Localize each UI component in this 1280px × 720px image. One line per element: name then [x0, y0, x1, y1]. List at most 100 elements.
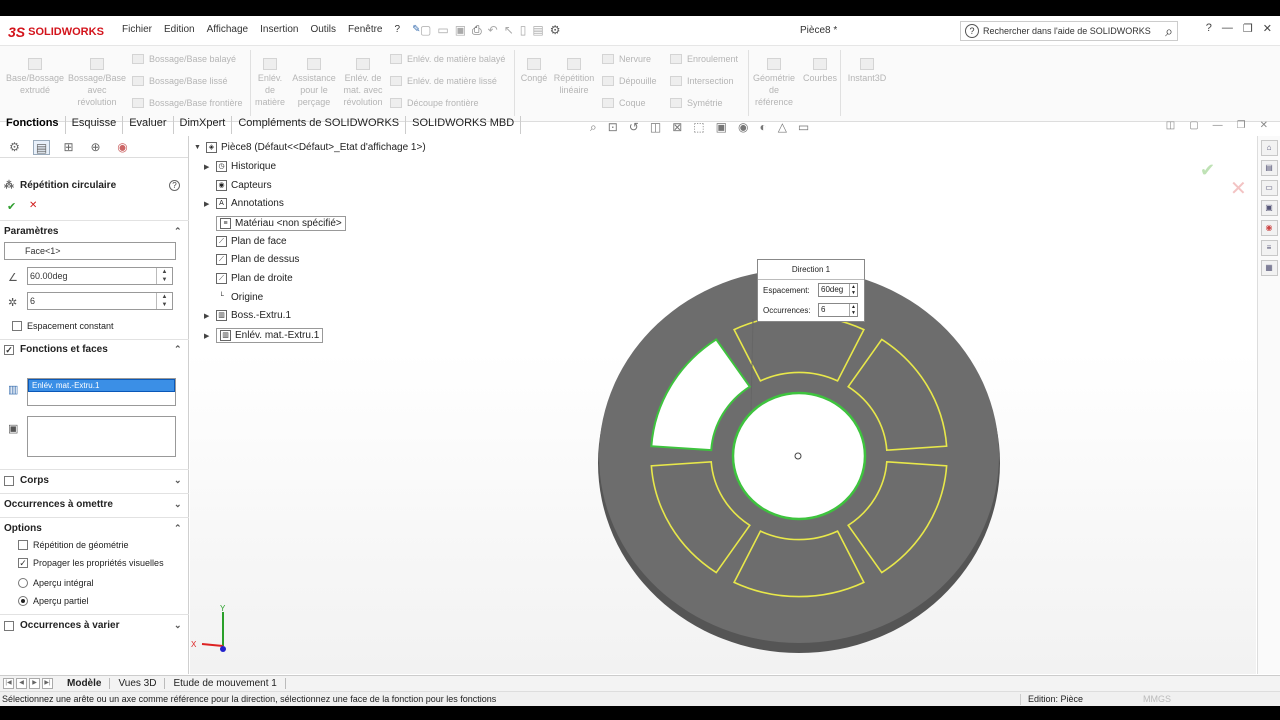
callout-spacing-field[interactable]: 60deg ▲ ▼	[818, 283, 858, 297]
partial-preview-radio[interactable]	[18, 596, 28, 606]
graphics-area[interactable]: ▼ ◈ Pièce8 (Défaut<<Défaut>_Etat d'affic…	[190, 136, 1256, 674]
collapse-chevron-icon[interactable]: ⌃	[174, 523, 182, 534]
features-header[interactable]: ✓ Fonctions et faces ⌃	[4, 344, 182, 355]
menu-help[interactable]: ?	[389, 24, 407, 35]
dynamic-annotation-icon[interactable]: ⊠	[672, 120, 682, 135]
callout-spinner[interactable]: ▲ ▼	[849, 304, 857, 316]
menu-fichier[interactable]: Fichier	[116, 24, 158, 35]
equal-spacing-checkbox[interactable]	[12, 321, 22, 331]
custom-properties-icon[interactable]: ≡	[1260, 240, 1278, 256]
home-icon[interactable]: ⌂	[1260, 140, 1278, 156]
viewport-minimize-icon[interactable]: —	[1213, 120, 1223, 131]
tab-fonctions[interactable]: Fonctions	[0, 116, 66, 134]
propagate-visual-row[interactable]: ✓ Propager les propriétés visuelles	[18, 558, 164, 568]
configuration-manager-tab-icon[interactable]: ⊞	[60, 140, 77, 155]
file-explorer-icon[interactable]: ▣	[1260, 200, 1278, 216]
viewport-close-icon[interactable]: ✕	[1260, 120, 1268, 131]
linear-pattern-button[interactable]: Répétition linéaire	[552, 58, 596, 96]
viewport-popout-icon[interactable]: ▢	[1189, 120, 1198, 131]
viewport-tile-icon[interactable]: ◫	[1166, 120, 1175, 131]
tab-dimxpert[interactable]: DimXpert	[174, 116, 233, 134]
direction-callout[interactable]: Direction 1 Espacement: 60deg ▲ ▼ Occurren…	[757, 259, 865, 322]
viewport-restore-icon[interactable]: ❐	[1237, 120, 1246, 131]
bodies-checkbox[interactable]	[4, 475, 14, 486]
solidworks-logo[interactable]: 3S SOLIDWORKS	[8, 22, 104, 42]
collapse-chevron-icon[interactable]: ⌃	[174, 226, 182, 237]
vary-instances-header[interactable]: Occurrences à varier ⌄	[4, 620, 182, 631]
tab-complements[interactable]: Compléments de SOLIDWORKS	[232, 116, 407, 134]
hide-show-icon[interactable]: ◉	[738, 120, 748, 135]
close-button[interactable]: ✕	[1263, 22, 1272, 35]
angle-field[interactable]: 60.00deg ▲ ▼	[27, 267, 173, 285]
view-orientation-icon[interactable]: ⬚	[693, 120, 704, 135]
resources-icon[interactable]: ▤	[1260, 160, 1278, 176]
skip-instances-header[interactable]: Occurrences à omettre ⌄	[4, 499, 182, 510]
last-tab-icon[interactable]: ▶|	[42, 678, 53, 689]
apply-scene-icon[interactable]: △	[778, 120, 787, 135]
revolved-cut-button[interactable]: Enlév. de mat. avec révolution	[340, 58, 386, 108]
geometry-pattern-row[interactable]: Répétition de géométrie	[18, 540, 129, 550]
parametres-header[interactable]: Paramètres ⌃	[4, 226, 182, 237]
mirror-button[interactable]: Symétrie	[670, 98, 723, 108]
print-icon[interactable]: ⎙	[472, 23, 482, 38]
open-icon[interactable]: ▭	[437, 23, 448, 38]
undo-icon[interactable]: ↶	[488, 23, 498, 38]
instances-field[interactable]: 6 ▲ ▼	[27, 292, 173, 310]
menu-affichage[interactable]: Affichage	[201, 24, 255, 35]
instant3d-button[interactable]: Instant3D	[844, 58, 890, 84]
expand-chevron-icon[interactable]: ⌄	[174, 620, 182, 631]
collapse-chevron-icon[interactable]: ⌃	[174, 344, 182, 355]
features-selection-list[interactable]: Enlév. mat.-Extru.1	[27, 378, 176, 406]
part-model[interactable]: X Y	[190, 136, 1256, 674]
intersect-button[interactable]: Intersection	[670, 76, 734, 86]
section-view-icon[interactable]: ◫	[650, 120, 661, 135]
swept-boss-button[interactable]: Bossage/Base balayé	[132, 54, 236, 64]
vary-instances-checkbox[interactable]	[4, 620, 14, 631]
edit-appearance-icon[interactable]: ◐	[759, 120, 766, 135]
help-icon[interactable]: ?	[169, 180, 180, 191]
minimize-button[interactable]: —	[1222, 22, 1233, 35]
full-preview-row[interactable]: Aperçu intégral	[18, 578, 94, 588]
swept-cut-button[interactable]: Enlév. de matière balayé	[390, 54, 505, 64]
forum-icon[interactable]: ▦	[1260, 260, 1278, 276]
curves-button[interactable]: Courbes	[800, 58, 840, 84]
menu-edition[interactable]: Edition	[158, 24, 201, 35]
zoom-area-icon[interactable]: ⊡	[608, 120, 618, 135]
features-checkbox[interactable]: ✓	[4, 344, 14, 355]
help-search-box[interactable]: ? Rechercher dans l'aide de SOLIDWORKS ⌕	[960, 21, 1178, 41]
selected-feature-item[interactable]: Enlév. mat.-Extru.1	[28, 379, 175, 392]
wrap-button[interactable]: Enroulement	[670, 54, 738, 64]
fillet-button[interactable]: Congé	[518, 58, 550, 84]
menu-insertion[interactable]: Insertion	[254, 24, 304, 35]
previous-view-icon[interactable]: ↺	[629, 120, 639, 135]
bodies-header[interactable]: Corps ⌄	[4, 475, 182, 486]
rebuild-icon[interactable]: ▯	[520, 23, 527, 38]
tab-esquisse[interactable]: Esquisse	[66, 116, 124, 134]
options-gear-icon[interactable]: ⚙	[550, 23, 561, 38]
file-props-icon[interactable]: ▤	[532, 23, 543, 38]
next-tab-icon[interactable]: ▶	[29, 678, 40, 689]
extruded-cut-button[interactable]: Enlév. de matière	[254, 58, 286, 108]
expand-chevron-icon[interactable]: ⌄	[174, 499, 182, 510]
callout-count-field[interactable]: 6 ▲ ▼	[818, 303, 858, 317]
shell-button[interactable]: Coque	[602, 98, 646, 108]
draft-button[interactable]: Dépouille	[602, 76, 657, 86]
options-header[interactable]: Options ⌃	[4, 523, 182, 534]
tab-evaluer[interactable]: Evaluer	[123, 116, 174, 134]
new-icon[interactable]: ▢	[420, 23, 431, 38]
callout-spinner[interactable]: ▲ ▼	[849, 284, 857, 296]
display-manager-tab-icon[interactable]: ◉	[114, 140, 131, 155]
equal-spacing-row[interactable]: Espacement constant	[12, 321, 114, 331]
boundary-boss-button[interactable]: Bossage/Base frontière	[132, 98, 243, 108]
first-tab-icon[interactable]: |◀	[3, 678, 14, 689]
tab-modele[interactable]: Modèle	[59, 678, 111, 689]
tab-motion-study[interactable]: Etude de mouvement 1	[165, 678, 286, 689]
view-settings-icon[interactable]: ▭	[798, 120, 809, 135]
zoom-to-fit-icon[interactable]: ⌕	[590, 120, 597, 135]
hole-wizard-button[interactable]: Assistance pour le perçage	[290, 58, 338, 108]
tab-mbd[interactable]: SOLIDWORKS MBD	[406, 116, 522, 134]
help-button[interactable]: ?	[1206, 22, 1212, 35]
tab-vues-3d[interactable]: Vues 3D	[110, 678, 166, 689]
ok-check-icon[interactable]: ✔	[7, 200, 16, 213]
units-status[interactable]: MMGS	[1143, 694, 1171, 704]
